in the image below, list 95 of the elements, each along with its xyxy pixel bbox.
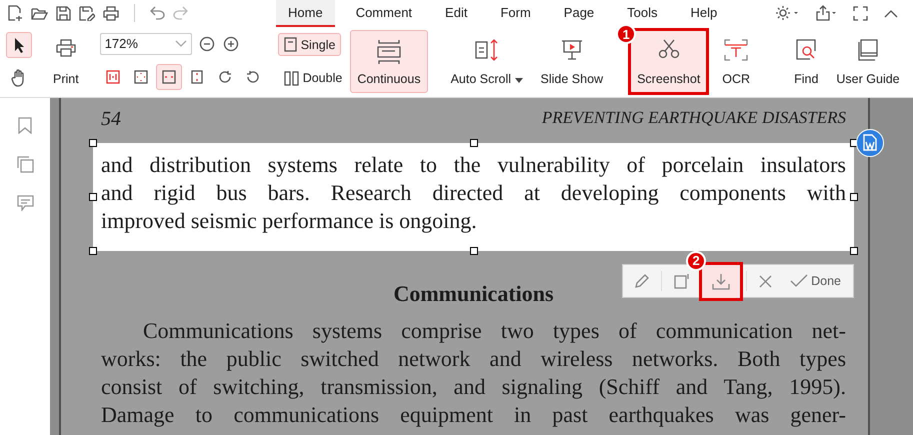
zoom-in-button[interactable] [222,34,240,53]
user-guide-button[interactable]: User Guide [829,30,907,93]
find-icon [796,39,816,61]
continuous-button[interactable]: Continuous [350,30,428,93]
bookmark-button[interactable] [17,116,33,135]
menu-tab[interactable]: Comment [344,0,424,26]
fit-mode-button[interactable] [156,64,182,90]
close-icon [759,274,772,288]
bookmark-icon [18,117,32,134]
done-button[interactable]: Done [784,270,847,292]
slide-show-button[interactable]: Slide Show [534,30,610,93]
check-icon [790,274,808,288]
save-as-button[interactable] [78,4,96,22]
projector-icon [560,39,583,61]
ocr-icon [724,39,748,61]
selection-handle[interactable] [470,139,478,147]
zoom-in-icon [222,36,239,52]
menu-tab[interactable]: Tools [615,0,670,26]
download-button[interactable] [702,264,740,298]
menu-tab[interactable]: Form [488,0,543,26]
arrow-icon [13,36,25,53]
download-icon [712,272,730,290]
collapse-button[interactable] [883,8,899,18]
section-heading: Communications [392,281,555,307]
actual-size-icon [106,70,120,84]
comments-button[interactable] [16,194,34,212]
share-icon [815,5,837,21]
fullscreen-icon [853,6,868,20]
ocr-button[interactable]: OCR [715,30,758,93]
single-page-button[interactable]: Single [278,33,342,56]
undo-icon [150,6,165,20]
text-line: works: the public switched network and wireless networks. Both types [101,345,846,373]
new-file-icon [7,5,23,21]
fit-height-icon [190,70,204,84]
comment-icon [16,195,34,211]
print-button[interactable] [102,4,120,22]
selection-handle[interactable] [850,193,858,201]
pencil-icon [635,274,650,288]
screenshot-button[interactable]: Screenshot [630,30,708,93]
zoom-out-icon [198,36,215,52]
share-button[interactable] [814,4,838,22]
selection-handle[interactable] [89,139,97,147]
menu-tab[interactable]: Page [552,0,606,26]
selection-handle[interactable] [470,247,478,255]
selection-handle[interactable] [850,247,858,255]
folder-icon [31,6,48,20]
sun-icon [775,5,799,21]
printer-icon [103,6,119,20]
selection-handle[interactable] [89,193,97,201]
double-page-button[interactable]: Double [278,66,348,90]
text-line: and rigid bus bars. Research directed at developing components with [101,179,846,207]
zoom-out-button[interactable] [198,34,216,53]
find-button[interactable]: Find [787,30,826,93]
callout-badge: 2 [686,250,706,270]
text-line: consist of switching, transmission, and signaling (Schiff and Tang, 1995). [101,373,846,401]
rotate-counterclockwise-icon [246,70,260,84]
book-icon [858,39,878,61]
menu-tab[interactable]: Help [678,0,730,26]
select-tool[interactable] [6,32,32,58]
callout-badge: 1 [616,24,636,44]
text-line: Damage to communications equipment in past earthquakes was gener- [101,401,846,429]
auto-scroll-button[interactable]: Auto Scroll [444,30,530,93]
rectangle-icon [674,273,690,289]
pages-icon [16,156,34,173]
continuous-icon [376,39,401,65]
double-page-icon [284,70,299,86]
menu-tab[interactable]: Edit [433,0,480,26]
redo-icon [173,6,188,20]
single-page-icon [284,37,297,52]
pages-button[interactable] [16,155,34,174]
text-line: and distribution systems relate to the vulnerability of porcelain insulators [101,151,846,179]
chevron-up-icon [884,8,898,18]
chevron-down-icon [174,40,187,48]
undo-button[interactable] [149,5,166,21]
print-button[interactable]: Print [46,30,86,93]
fullscreen-button[interactable] [852,4,869,22]
running-head: PREVENTING EARTHQUAKE DISASTERS [542,108,846,129]
new-file-button[interactable] [6,4,24,22]
selection-handle[interactable] [89,247,97,255]
save-edit-icon [79,6,95,20]
theme-button[interactable] [774,4,800,22]
page-number: 54 [101,108,121,131]
text-line: improved seismic performance is ongoing. [101,207,478,235]
printer-icon [56,39,76,57]
fit-page-icon [134,70,148,84]
fit-width-icon [162,70,176,84]
zoom-field[interactable]: 172% [100,32,192,55]
scissors-icon [658,39,680,59]
save-icon [56,6,71,20]
text-line: Communications systems comprise two types of communication net- [142,317,846,345]
save-button[interactable] [55,4,72,22]
menu-tab[interactable]: Home [276,0,335,26]
caret-icon [514,78,523,83]
rotate-clockwise-icon [218,70,232,84]
auto-scroll-icon [474,39,499,61]
